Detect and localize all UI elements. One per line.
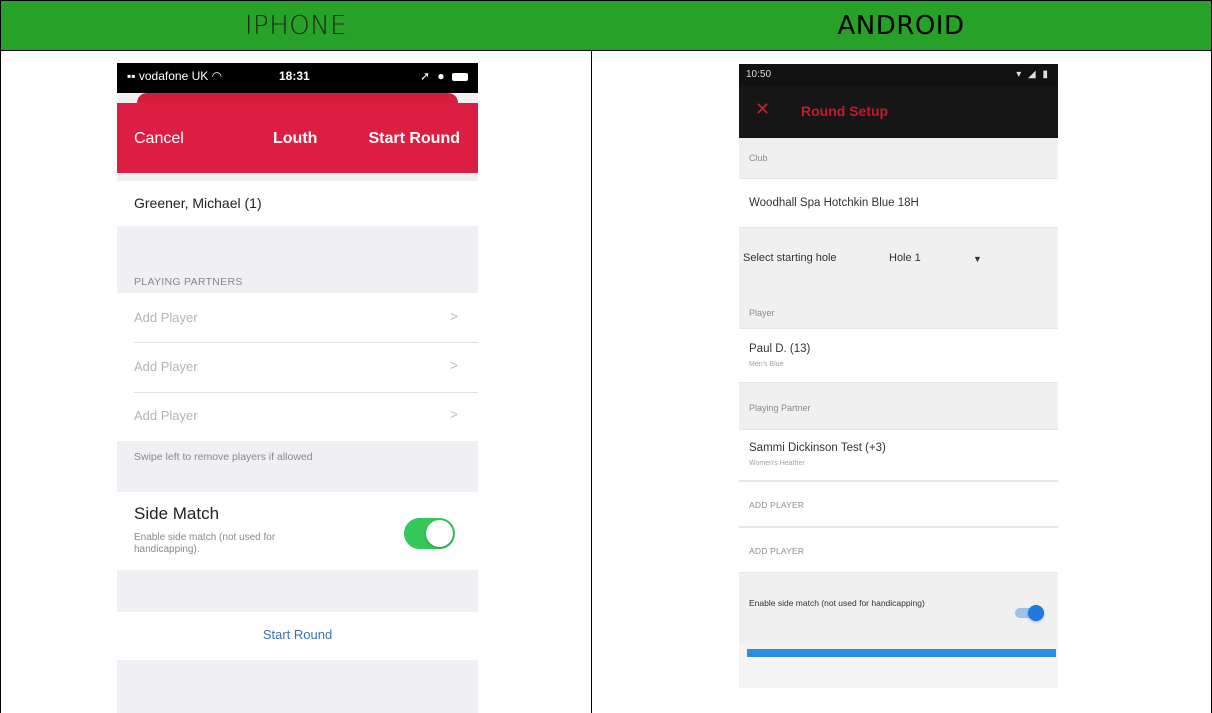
player-name: Paul D. (13) <box>749 343 811 355</box>
toggle-knob <box>1028 605 1044 621</box>
player-label: Player <box>749 308 775 318</box>
player-label-row: Player <box>739 288 1058 328</box>
add-player-row[interactable]: Add Player > <box>117 393 478 441</box>
cancel-button[interactable]: Cancel <box>134 130 184 148</box>
signal-icon: ◢ <box>1028 69 1038 80</box>
start-round-row[interactable]: Start Round <box>117 612 478 660</box>
android-screenshot: 10:50 ▾ ◢ ▮ ✕ Round Setup Club Woodhall … <box>739 64 1058 688</box>
player-row[interactable]: Paul D. (13) Men's Blue <box>739 328 1058 383</box>
start-round-nav-button[interactable]: Start Round <box>368 130 460 148</box>
club-row[interactable]: Woodhall Spa Hotchkin Blue 18H <box>739 178 1058 228</box>
ios-status-bar: ▪▪ vodafone UK ◠ 18:31 ➚ ● <box>117 63 478 93</box>
signal-icon: ▪▪ <box>127 69 136 83</box>
add-player-row[interactable]: Add Player > <box>117 343 478 392</box>
add-player-row[interactable]: ADD PLAYER <box>739 527 1058 573</box>
swipe-hint: Swipe left to remove players if allowed <box>134 451 313 463</box>
close-icon[interactable]: ✕ <box>755 99 770 120</box>
partner-row[interactable]: Sammi Dickinson Test (+3) Women's Heathe… <box>739 429 1058 481</box>
side-match-toggle[interactable] <box>1015 605 1044 621</box>
add-player-button[interactable]: ADD PLAYER <box>749 546 804 556</box>
iphone-screenshot: ▪▪ vodafone UK ◠ 18:31 ➚ ● Cancel Louth … <box>117 63 478 713</box>
partner-label-row: Playing Partner <box>739 383 1058 429</box>
status-time: 18:31 <box>279 69 310 83</box>
lock-rotation-icon: ● <box>437 69 447 83</box>
partner-label: Playing Partner <box>749 403 811 413</box>
add-player-row[interactable]: ADD PLAYER <box>739 481 1058 527</box>
side-match-title: Side Match <box>134 504 220 523</box>
location-icon: ➚ <box>420 69 433 83</box>
player-tee: Men's Blue <box>749 361 784 368</box>
ios-nav-bar: Cancel Louth Start Round <box>117 103 478 173</box>
toggle-knob <box>426 520 453 547</box>
table-middle-border <box>591 51 592 713</box>
android-column-header: ANDROID <box>591 0 1212 51</box>
side-match-toggle[interactable] <box>404 518 455 549</box>
partners-list: Add Player > Add Player > Add Player > <box>117 293 478 441</box>
starting-hole-label: Select starting hole <box>743 252 837 264</box>
side-match-row: Enable side match (not used for handicap… <box>739 573 1058 645</box>
playing-partners-header: PLAYING PARTNERS <box>134 276 243 288</box>
side-match-text: Enable side match (not used for handicap… <box>749 598 925 608</box>
add-player-row[interactable]: Add Player > <box>117 293 478 342</box>
chevron-right-icon: > <box>449 357 458 373</box>
start-round-button-edge[interactable] <box>747 649 1056 657</box>
add-player-button[interactable]: ADD PLAYER <box>749 500 804 510</box>
dropdown-arrow-icon[interactable]: ▼ <box>973 254 982 264</box>
club-label-row: Club <box>739 138 1058 178</box>
nav-title: Louth <box>273 130 318 147</box>
iphone-column-header: IPHONE <box>0 0 592 51</box>
android-toolbar: ✕ Round Setup <box>739 86 1058 138</box>
player-row[interactable]: Greener, Michael (1) <box>117 181 478 226</box>
wifi-icon: ▾ <box>1016 69 1024 80</box>
chevron-right-icon: > <box>449 308 458 324</box>
side-match-description: Enable side match (not used for handicap… <box>134 532 276 555</box>
carrier-label: ▪▪ vodafone UK ◠ <box>127 69 223 83</box>
club-name: Woodhall Spa Hotchkin Blue 18H <box>749 197 919 209</box>
table-left-border <box>0 51 1 713</box>
battery-icon: ▮ <box>1042 69 1050 80</box>
side-match-row: Side Match Enable side match (not used f… <box>117 492 478 570</box>
android-status-bar: 10:50 ▾ ◢ ▮ <box>739 64 1058 86</box>
status-time: 10:50 <box>746 69 772 80</box>
wifi-icon: ◠ <box>211 69 223 83</box>
modal-card-edge <box>137 93 458 103</box>
toolbar-title: Round Setup <box>801 103 889 119</box>
chevron-right-icon: > <box>449 406 458 422</box>
partner-tee: Women's Heather <box>749 460 805 467</box>
partner-name: Sammi Dickinson Test (+3) <box>749 442 886 454</box>
player-name: Greener, Michael (1) <box>134 195 262 211</box>
starting-hole-select[interactable]: Hole 1 <box>889 252 921 264</box>
starting-hole-row: Select starting hole Hole 1 ▼ <box>739 228 1058 288</box>
start-round-button[interactable]: Start Round <box>117 627 478 642</box>
club-label: Club <box>749 153 768 163</box>
battery-icon <box>452 72 468 81</box>
